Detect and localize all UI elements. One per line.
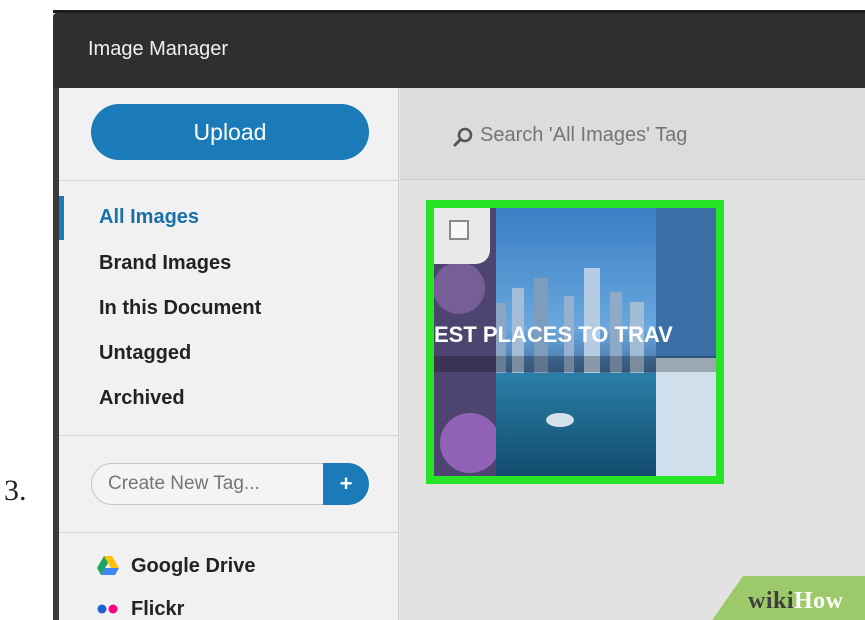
flickr-icon [97, 599, 119, 619]
nav-item-brand-images[interactable]: Brand Images [59, 243, 399, 283]
nav-item-untagged[interactable]: Untagged [59, 333, 399, 373]
source-google-drive[interactable]: Google Drive [97, 549, 255, 583]
search-bar [400, 88, 865, 180]
upload-button[interactable]: Upload [91, 104, 369, 160]
nav-item-in-this-document[interactable]: In this Document [59, 288, 399, 328]
source-label: Flickr [131, 597, 185, 620]
sidebar-divider [59, 532, 399, 533]
new-tag-row: + [91, 463, 371, 507]
window-title: Image Manager [88, 38, 229, 60]
source-flickr[interactable]: Flickr [97, 592, 184, 620]
watermark-how: How [794, 588, 844, 614]
sidebar-divider [59, 435, 399, 436]
main-panel: EST PLACES TO TRAV [400, 88, 865, 620]
watermark-wiki: wiki [748, 588, 795, 614]
checkbox-box [449, 220, 469, 240]
thumbnail-select-checkbox[interactable] [434, 208, 490, 264]
image-manager-window: Image Manager Upload All Images Brand Im… [53, 10, 865, 620]
wikihow-watermark: wikiHow [748, 588, 844, 615]
titlebar: Image Manager [53, 13, 865, 88]
google-drive-icon [97, 556, 119, 576]
nav-item-archived[interactable]: Archived [59, 378, 399, 418]
new-tag-input[interactable] [91, 463, 327, 505]
image-thumbnail[interactable]: EST PLACES TO TRAV [426, 200, 724, 484]
search-icon [452, 126, 474, 148]
add-tag-button[interactable]: + [323, 463, 369, 505]
sidebar: Upload All Images Brand Images In this D… [59, 88, 399, 620]
nav-item-all-images[interactable]: All Images [59, 197, 399, 237]
source-label: Google Drive [131, 554, 256, 577]
sidebar-divider [59, 180, 399, 181]
step-number: 3. [4, 474, 27, 507]
search-input[interactable] [480, 118, 860, 152]
thumbnail-caption: EST PLACES TO TRAV [434, 322, 673, 347]
